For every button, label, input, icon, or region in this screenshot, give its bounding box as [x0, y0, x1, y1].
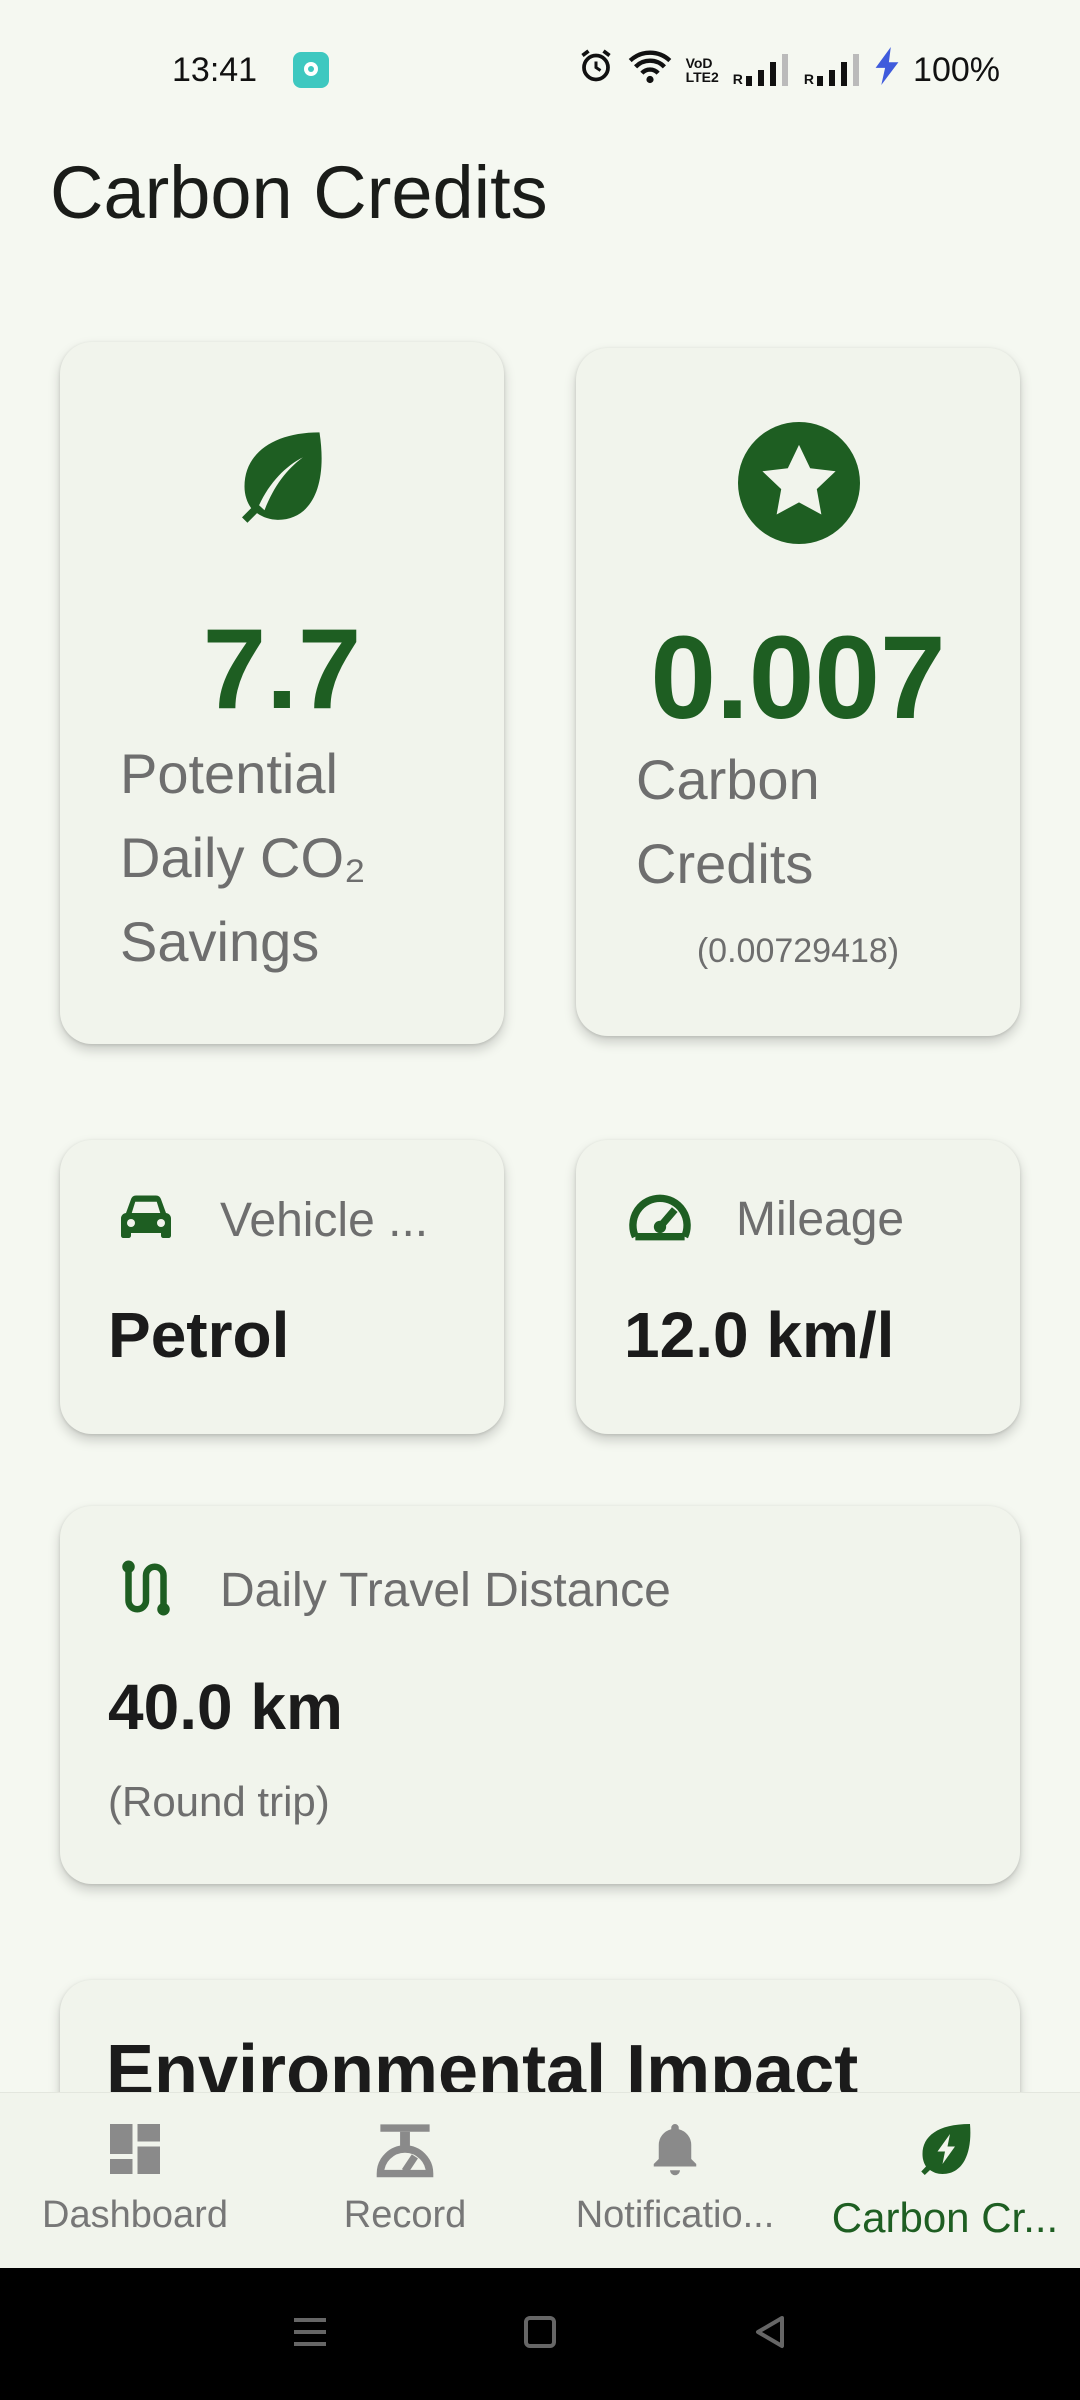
co2-savings-card: 7.7 Potential Daily CO₂ Savings [60, 342, 504, 1044]
nav-item-dashboard[interactable]: Dashboard [0, 2093, 270, 2268]
dashboard-icon [105, 2119, 165, 2184]
leaf-icon [232, 424, 332, 529]
nav-label-record: Record [343, 2194, 467, 2236]
nav-item-record[interactable]: Record [270, 2093, 540, 2268]
carbon-credits-exact: (0.00729418) [696, 932, 900, 970]
scale-icon [373, 2119, 437, 2184]
alarm-icon [578, 48, 614, 93]
app-notification-icon [293, 52, 330, 88]
nav-item-notifications[interactable]: Notificatio... [540, 2093, 810, 2268]
carbon-credits-card: 0.007 Carbon Credits (0.00729418) [576, 348, 1020, 1036]
nav-item-carbon-credits[interactable]: Carbon Cr... [810, 2093, 1080, 2268]
mileage-card-title: Mileage [736, 1193, 905, 1246]
bottom-navigation: Dashboard Record Notificatio... Carbon C… [0, 2092, 1080, 2268]
vehicle-type-value: Petrol [108, 1299, 290, 1371]
signal-sim1-icon: R [733, 54, 790, 86]
speedometer-icon [628, 1192, 692, 1247]
co2-savings-label: Potential Daily CO₂ Savings [120, 742, 366, 973]
distance-value: 40.0 km [108, 1671, 343, 1743]
system-navigation-bar [0, 2268, 1080, 2400]
co2-savings-value: 7.7 [202, 606, 362, 733]
vehicle-type-card: Vehicle ... Petrol [60, 1140, 504, 1434]
nav-label-notifications: Notificatio... [575, 2194, 775, 2236]
signal-sim2-icon: R [804, 54, 861, 86]
eco-bolt-icon [915, 2119, 975, 2184]
charging-icon [875, 46, 899, 94]
carbon-credits-label: Carbon Credits [636, 748, 820, 895]
home-icon[interactable] [520, 2312, 560, 2357]
star-badge-icon [738, 422, 860, 549]
mileage-value: 12.0 km/l [624, 1299, 895, 1371]
daily-distance-card: Daily Travel Distance 40.0 km (Round tri… [60, 1506, 1020, 1884]
carbon-credits-value: 0.007 [650, 612, 946, 744]
vehicle-card-title: Vehicle ... [220, 1194, 429, 1247]
menu-icon[interactable] [290, 2312, 330, 2357]
back-icon[interactable] [750, 2312, 790, 2357]
wifi-icon [628, 48, 672, 93]
page-title: Carbon Credits [50, 151, 548, 234]
battery-percent: 100% [913, 50, 1000, 89]
nav-label-carbon-credits: Carbon Cr... [831, 2194, 1059, 2241]
route-icon [116, 1558, 176, 1623]
distance-card-title: Daily Travel Distance [220, 1564, 671, 1617]
nav-label-dashboard: Dashboard [42, 2194, 228, 2236]
car-icon [116, 1192, 176, 1249]
volte-label: VoD LTE2 [685, 55, 719, 85]
mileage-card: Mileage 12.0 km/l [576, 1140, 1020, 1434]
distance-note: (Round trip) [108, 1778, 330, 1825]
bell-icon [645, 2119, 705, 2184]
status-time: 13:41 [172, 50, 258, 89]
status-bar: 13:41 VoD LTE2 R R 100% [0, 0, 1080, 140]
